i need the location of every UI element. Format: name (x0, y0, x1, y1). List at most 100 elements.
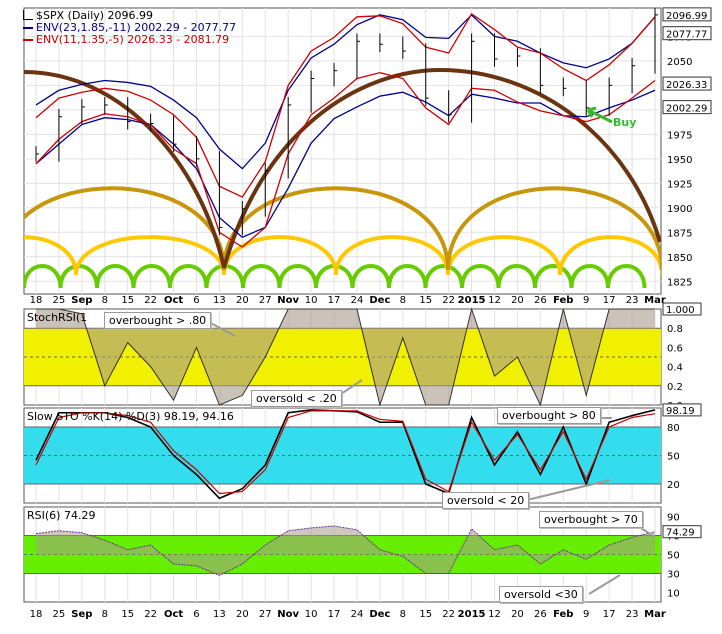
date-axis-label: 20 (511, 609, 524, 620)
rsi-tick-label: 30 (667, 570, 680, 581)
price-badge-label: 2077.77 (666, 30, 707, 41)
date-axis-label: Sep (71, 295, 92, 306)
price-badge: 2096.99 (662, 7, 712, 22)
date-axis-label: 25 (53, 295, 66, 306)
price-badge: 2002.29 (662, 100, 712, 115)
date-axis-label: 13 (213, 609, 226, 620)
stochrsi-tick-label: 0.4 (667, 363, 683, 374)
date-axis-label: 20 (236, 609, 249, 620)
date-axis-label: 10 (305, 295, 318, 306)
date-axis-label: 22 (144, 609, 157, 620)
price-badge: 2026.33 (662, 76, 712, 91)
date-axis-label: 15 (121, 609, 134, 620)
date-axis-label: 10 (305, 609, 318, 620)
price-panel-frame (23, 7, 662, 295)
date-axis-label: Mar (644, 609, 666, 620)
date-axis-label: 8 (102, 609, 108, 620)
stochrsi-tick-label: 0.6 (667, 343, 683, 354)
date-axis-label: 9 (583, 295, 589, 306)
slowsto-tick-label: 50 (667, 452, 680, 463)
stochrsi-tick-label: 0.8 (667, 324, 683, 335)
env11-legend: ENV(11,1.35,-5) 2026.33 - 2081.79 (23, 34, 236, 46)
date-axis-label: 26 (534, 609, 547, 620)
stochrsi-label: StochRSI(1 (27, 311, 88, 324)
price-badge: 2077.77 (662, 26, 712, 41)
price-badge-label: 2026.33 (666, 80, 707, 91)
date-axis-label: 22 (144, 295, 157, 306)
price-tick-label: 1875 (667, 228, 692, 239)
rsi-oversold-callout: oversold <30 (499, 586, 583, 603)
price-header: $SPX (Daily) 2096.99 ENV(23,1.85,-11) 20… (23, 10, 236, 46)
date-axis-label: 23 (626, 609, 639, 620)
date-axis-label: 26 (534, 295, 547, 306)
price-tick-label: 1825 (667, 277, 692, 288)
slowsto-overbought-callout: overbought > 80 (497, 407, 601, 424)
stochrsi-oversold-callout: oversold < .20 (251, 390, 342, 407)
slowsto-badge-label: 98.19 (666, 406, 695, 417)
date-axis-label: Feb (553, 295, 573, 306)
date-axis-label: 12 (488, 295, 501, 306)
date-axis-label: 20 (236, 295, 249, 306)
date-axis-label: 24 (351, 609, 364, 620)
date-axis-label: 24 (351, 295, 364, 306)
date-axis-label: 6 (193, 609, 199, 620)
price-tick-label: 1950 (667, 155, 692, 166)
date-axis-label: Sep (71, 609, 92, 620)
date-axis-label: 27 (259, 295, 272, 306)
date-axis-label: 13 (213, 295, 226, 306)
date-axis-label: 17 (603, 295, 616, 306)
date-axis-label: 9 (583, 609, 589, 620)
rsi-tick-label: 50 (667, 551, 680, 562)
date-axis-label: 22 (442, 295, 455, 306)
date-axis-label: 20 (511, 295, 524, 306)
date-axis-label: 17 (328, 609, 341, 620)
stochrsi-overbought-callout: overbought > .80 (104, 312, 212, 329)
date-axis-label: Dec (369, 609, 390, 620)
rsi-label: RSI(6) 74.29 (27, 509, 96, 522)
chart-page: 2075205020252000197519501925190018751850… (0, 0, 722, 630)
date-axis-label: 23 (626, 295, 639, 306)
stochrsi-badge: 1.000 (662, 302, 702, 316)
date-axis-label: 6 (193, 295, 199, 306)
date-axis-label: Nov (277, 609, 299, 620)
slowsto-tick-label: 80 (667, 423, 680, 434)
stochrsi-badge-label: 1.000 (666, 305, 695, 316)
slowsto-badge: 98.19 (662, 403, 702, 417)
date-axis-label: Dec (369, 295, 390, 306)
rsi-tick-label: 10 (667, 589, 680, 600)
date-axis-label: 15 (419, 295, 432, 306)
price-tick-label: 1850 (667, 253, 692, 264)
date-axis-label: 8 (400, 609, 406, 620)
price-tick-label: 1975 (667, 130, 692, 141)
price-tick-label: 2050 (667, 57, 692, 68)
slowsto-tick-label: 20 (667, 480, 680, 491)
slowsto-label: Slow STO %K(14) %D(3) 98.19, 94.16 (27, 410, 234, 423)
date-axis-label: Oct (164, 295, 183, 306)
slowsto-oversold-callout: oversold < 20 (442, 492, 530, 509)
date-axis-label: 8 (102, 295, 108, 306)
date-axis-label: 8 (400, 295, 406, 306)
date-axis-label: Feb (553, 609, 573, 620)
stochrsi-tick-label: 0.2 (667, 382, 683, 393)
price-tick-label: 1925 (667, 179, 692, 190)
date-axis-label: 2015 (458, 609, 486, 620)
rsi-badge: 74.29 (662, 525, 702, 539)
date-axis-label: 27 (259, 609, 272, 620)
date-axis-label: 18 (30, 609, 43, 620)
date-axis-label: 12 (488, 609, 501, 620)
date-axis-label: Nov (277, 295, 299, 306)
price-badge-label: 2002.29 (666, 104, 707, 115)
rsi-badge-label: 74.29 (666, 528, 695, 539)
date-axis-label: 17 (328, 295, 341, 306)
buy-label: Buy (613, 116, 637, 129)
rsi-overbought-callout: overbought > 70 (539, 511, 643, 528)
date-axis-label: 17 (603, 609, 616, 620)
price-tick-label: 1900 (667, 204, 692, 215)
price-badge-label: 2096.99 (666, 11, 707, 22)
date-axis-label: 2015 (458, 295, 486, 306)
rsi-tick-label: 90 (667, 513, 680, 524)
date-axis-label: 18 (30, 295, 43, 306)
chart-icon (23, 10, 33, 20)
date-axis-label: 15 (121, 295, 134, 306)
date-axis-label: Mar (644, 295, 666, 306)
